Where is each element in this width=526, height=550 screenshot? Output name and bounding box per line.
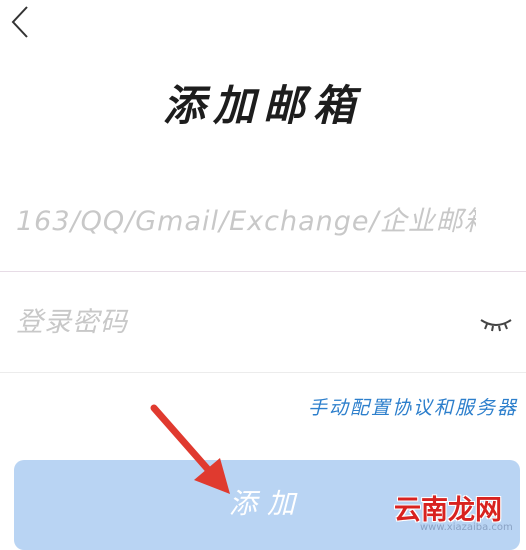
password-field-row (0, 273, 526, 373)
watermark-url: www.xiazaiba.com (420, 522, 513, 533)
eye-closed-icon (480, 319, 512, 332)
page-title: 添加邮箱 (162, 81, 363, 130)
email-field-row (0, 172, 526, 272)
password-visibility-toggle[interactable] (478, 309, 514, 339)
manual-config-link[interactable]: 手动配置协议和服务器 (308, 393, 518, 420)
chevron-left-icon (11, 6, 28, 38)
email-input[interactable] (0, 206, 476, 237)
back-button[interactable] (0, 0, 40, 44)
watermark: 云南龙网 www.xiazaiba.com (380, 478, 526, 536)
password-input[interactable] (0, 307, 476, 338)
annotation-arrow-icon (150, 404, 230, 494)
